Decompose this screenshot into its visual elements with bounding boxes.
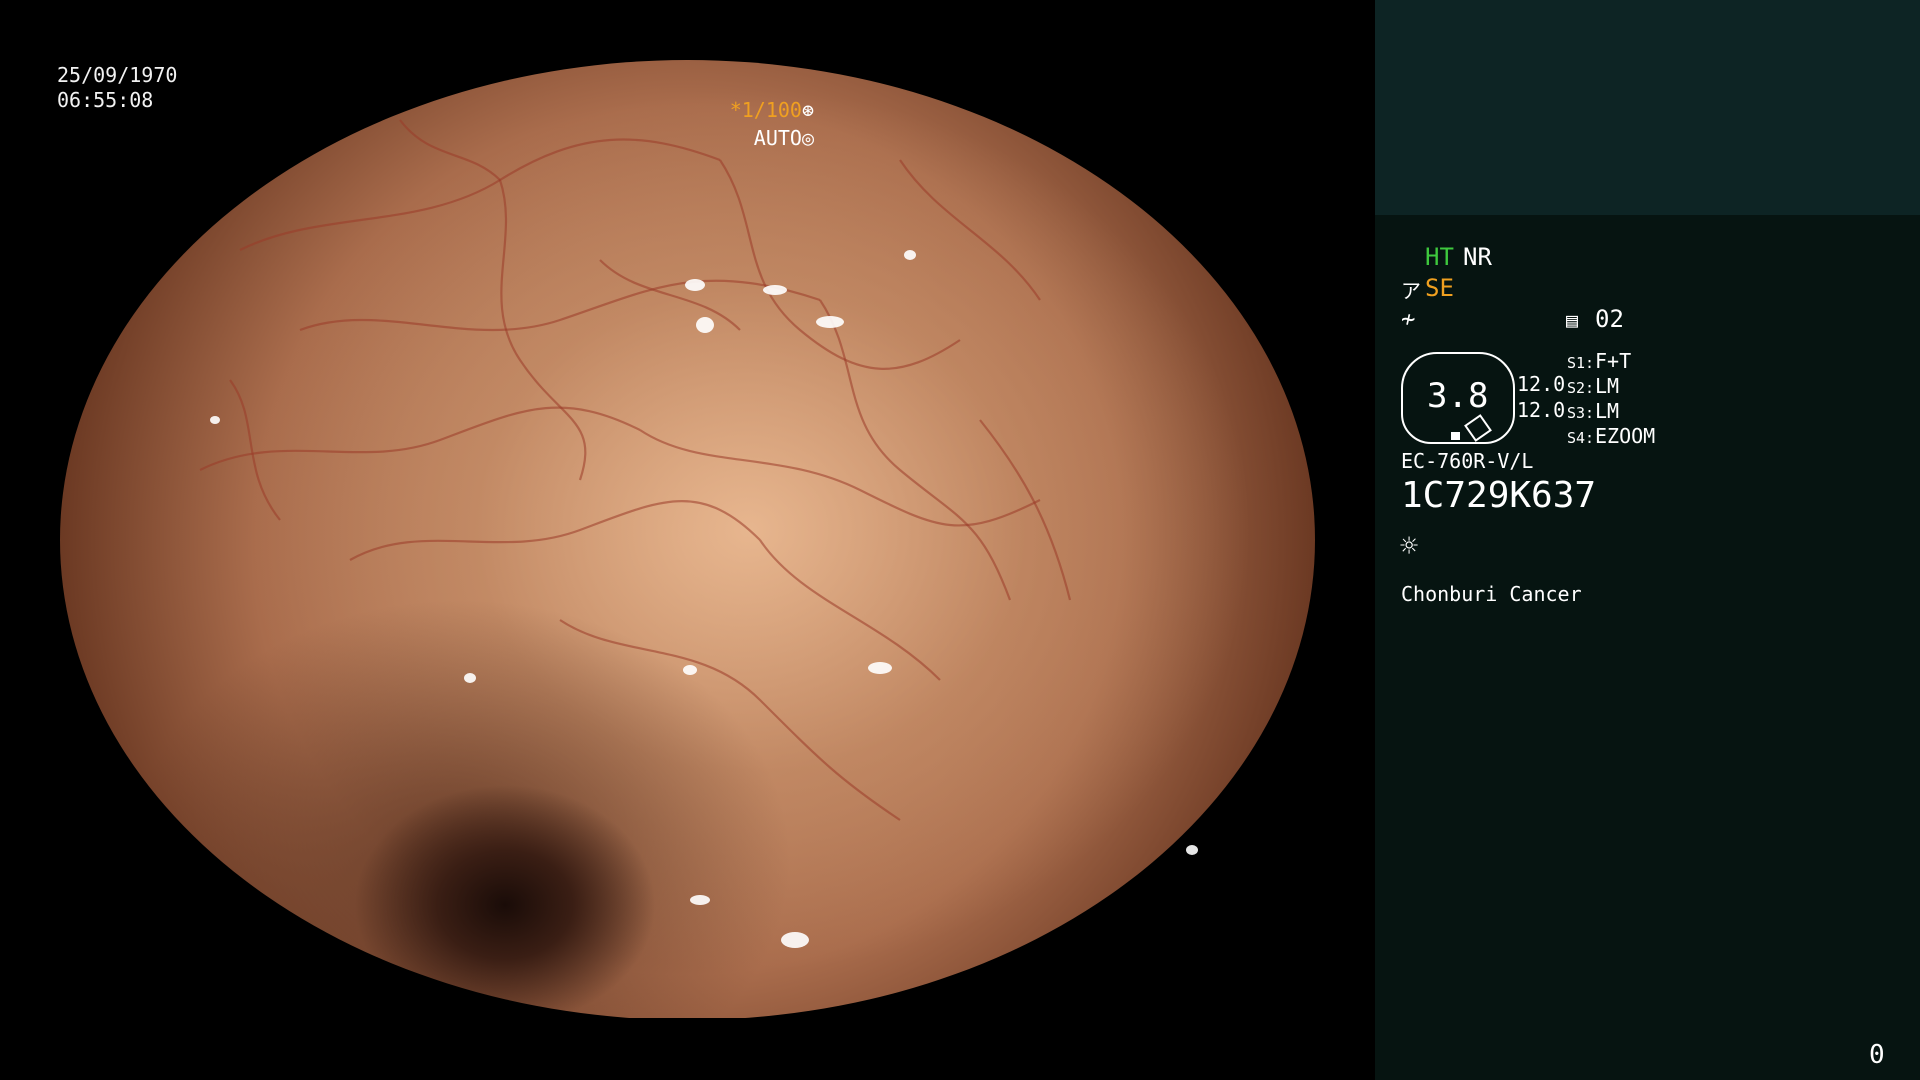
- institution-name: Chonburi Cancer: [1401, 582, 1582, 606]
- switch-3-label: S3:: [1567, 404, 1595, 422]
- switch-1-label: S1:: [1567, 354, 1595, 372]
- setting-value-2: 12.0: [1517, 398, 1566, 422]
- zoom-marker: [1451, 432, 1460, 440]
- shutter-speed: *1/100⊛: [730, 98, 814, 122]
- scope-serial: 1C729K637: [1401, 475, 1597, 516]
- se-indicator: SE: [1425, 274, 1454, 302]
- frame-mask-top: [0, 0, 1375, 60]
- aperture-icon: ⊛: [801, 98, 814, 122]
- endoscopic-image: [60, 60, 1315, 1020]
- iris-icon: ◎: [801, 126, 814, 150]
- switch-2-label: S2:: [1567, 379, 1595, 397]
- light-icon: ☼: [1400, 529, 1419, 564]
- setting-value-1: 12.0: [1517, 372, 1566, 396]
- switch-4-value: EZOOM: [1595, 424, 1656, 448]
- memory-icon: ▤: [1566, 308, 1579, 332]
- info-panel-header: [1375, 0, 1920, 215]
- nr-indicator: NR: [1463, 243, 1492, 271]
- corner-counter: 0: [1869, 1040, 1885, 1070]
- shutter-value: *1/100: [729, 98, 802, 122]
- zoom-value: 3.8: [1427, 376, 1489, 416]
- exposure-mode-label: AUTO: [753, 126, 802, 150]
- ht-indicator: HT: [1425, 243, 1454, 271]
- structure-enhance-icon: ア: [1401, 279, 1421, 303]
- freeze-icon: ≁: [1401, 305, 1416, 333]
- frame-mask-bottom: [0, 1018, 1375, 1080]
- capture-time: 06:55:08: [57, 88, 154, 112]
- scope-model: EC-760R-V/L: [1401, 449, 1534, 473]
- switch-2-value: LM: [1595, 374, 1620, 398]
- memory-number: 02: [1595, 305, 1624, 333]
- exposure-mode: AUTO◎: [754, 126, 814, 150]
- switch-3-value: LM: [1595, 399, 1620, 423]
- switch-4-label: S4:: [1567, 429, 1595, 447]
- endoscope-video: 25/09/1970 06:55:08 *1/100⊛ AUTO◎: [0, 0, 1375, 1080]
- switch-1-value: F+T: [1595, 349, 1632, 373]
- capture-date: 25/09/1970: [57, 63, 178, 87]
